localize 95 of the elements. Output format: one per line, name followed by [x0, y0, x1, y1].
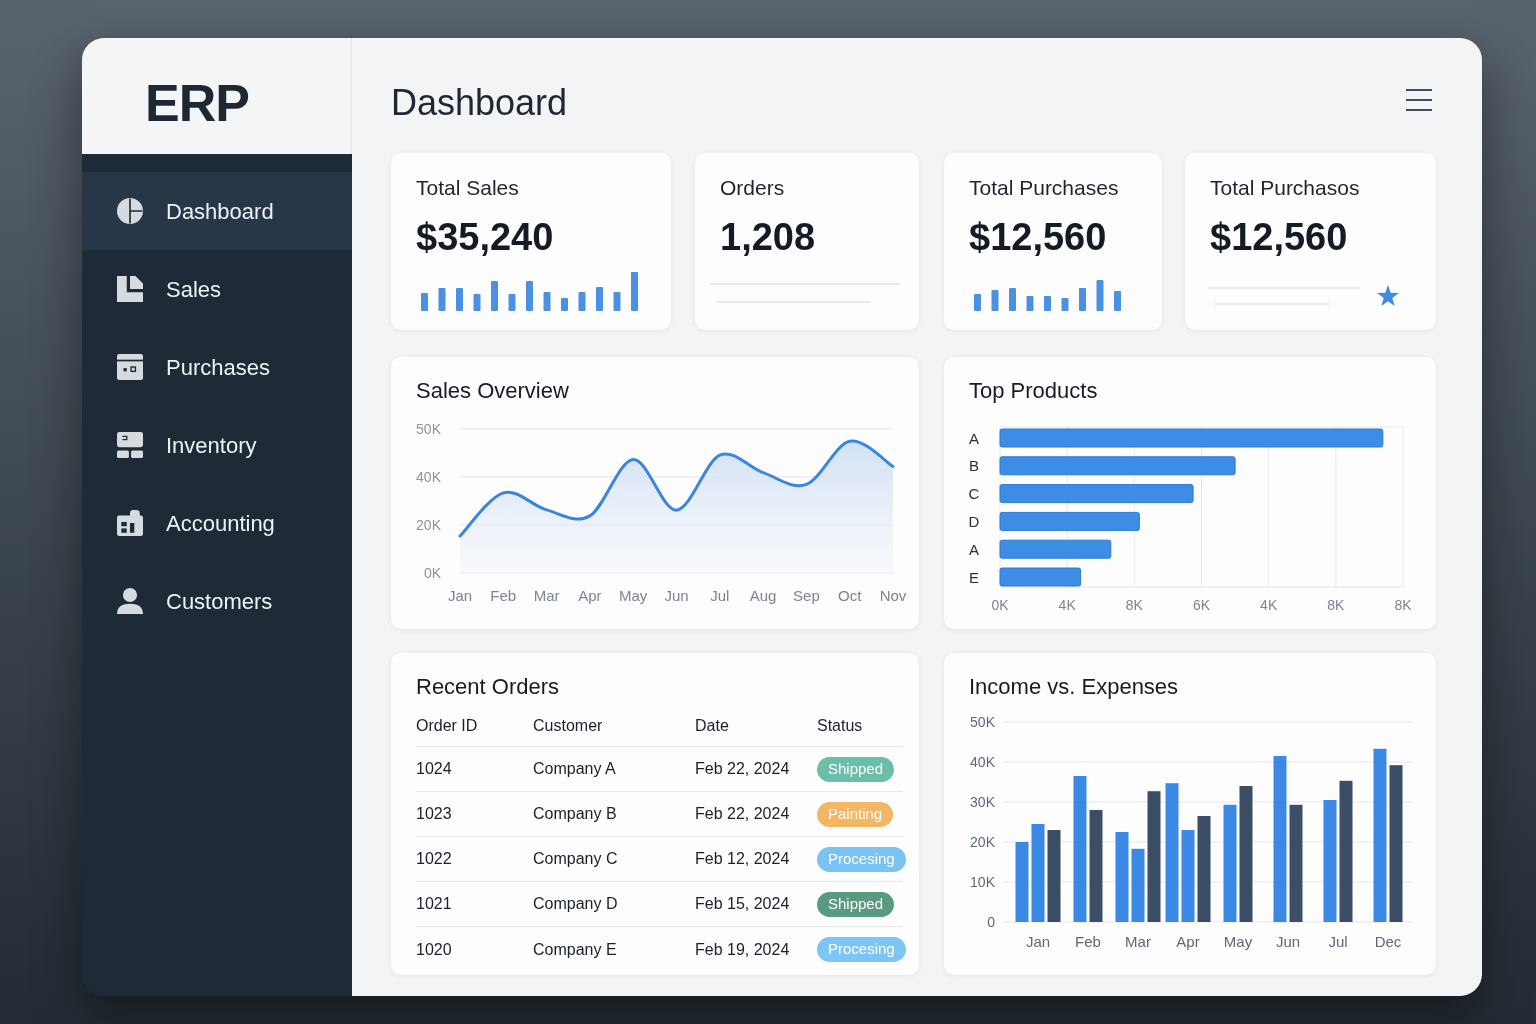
- status-badge: Shipped: [817, 891, 895, 917]
- axis-label: 40K: [416, 469, 441, 485]
- page-title: Dashboard: [391, 80, 568, 125]
- column-header: Status: [817, 715, 863, 736]
- table-cell-text: Feb 19, 2024: [695, 939, 790, 960]
- star-icon: [1377, 285, 1399, 306]
- axis-label: 50K: [416, 421, 441, 437]
- status-badge: Procesing: [817, 937, 906, 962]
- stat-value: 1,208: [720, 215, 816, 259]
- axis-label: 20K: [416, 517, 441, 533]
- document-icon: [117, 276, 143, 302]
- axis-label: 10K: [970, 874, 995, 890]
- column-header: Order ID: [416, 715, 478, 736]
- building-icon: [117, 510, 143, 536]
- axis-label: Sep: [793, 587, 820, 604]
- table-cell-text: 1020: [416, 939, 452, 960]
- stat-value: $35,240: [416, 215, 554, 259]
- stat-value: $12,560: [969, 215, 1107, 259]
- axis-label: Feb: [490, 587, 517, 604]
- axis-label: 4K: [1260, 597, 1278, 613]
- axis-label: 20K: [970, 834, 995, 850]
- axis-label: D: [968, 512, 980, 530]
- card-title: Total Purchasos: [1210, 175, 1360, 201]
- axis-label: Nov: [879, 587, 907, 604]
- axis-label: 0: [987, 914, 995, 930]
- axis-label: 30K: [970, 794, 995, 810]
- nav-item[interactable]: Inventory: [82, 406, 352, 484]
- axis-label: B: [969, 457, 979, 475]
- card-title: Income vs. Expenses: [969, 674, 1179, 700]
- axis-label: Aug: [749, 587, 777, 604]
- axis-label: Jun: [1275, 933, 1301, 950]
- axis-label: Jul: [710, 587, 730, 604]
- table-cell-text: Company A: [533, 759, 616, 779]
- axis-label: 6K: [1192, 597, 1211, 613]
- menu-icon: [1406, 88, 1432, 111]
- table-cell-text: 1022: [416, 849, 452, 869]
- axis-label: Apr: [1176, 933, 1200, 950]
- status-badge: Painting: [817, 801, 894, 827]
- axis-label: Jul: [1328, 933, 1348, 950]
- table-cell-text: 1024: [416, 759, 452, 779]
- table-cell-text: Company B: [533, 804, 617, 824]
- blocks-icon: [117, 432, 143, 458]
- logo-text: ERP: [145, 73, 249, 133]
- axis-label: 0K: [423, 565, 441, 581]
- nav-item[interactable]: Purchases: [82, 328, 352, 406]
- nav-item[interactable]: Customers: [82, 562, 352, 640]
- stat-value: $12,560: [1210, 215, 1348, 259]
- axis-label: Apr: [578, 587, 602, 604]
- window-icon: [117, 354, 143, 380]
- axis-label: Feb: [1075, 933, 1101, 950]
- table-cell-text: Feb 12, 2024: [695, 849, 790, 869]
- menu-button[interactable]: [1406, 88, 1432, 111]
- axis-label: 40K: [970, 754, 995, 770]
- nav-item[interactable]: Sales: [82, 250, 352, 328]
- table-cell-text: Feb 22, 2024: [695, 804, 790, 824]
- axis-label: 8K: [1327, 597, 1345, 613]
- card-title: Orders: [720, 175, 785, 201]
- axis-label: May: [1223, 933, 1253, 950]
- table-cell-text: 1021: [416, 894, 452, 914]
- column-header: Date: [695, 715, 729, 736]
- axis-label: 0K: [991, 597, 1009, 613]
- axis-label: Jun: [664, 587, 689, 604]
- card-title: Total Sales: [416, 175, 519, 201]
- status-badge: Procesing: [817, 846, 906, 872]
- axis-label: 50K: [970, 714, 995, 730]
- nav-item[interactable]: Dashboard: [82, 172, 352, 250]
- axis-label: Mar: [533, 587, 560, 604]
- table-cell-text: Company C: [533, 849, 618, 869]
- card-title: Top Products: [969, 378, 1098, 404]
- axis-label: Jan: [1025, 933, 1051, 950]
- user-icon: [117, 588, 143, 614]
- axis-label: Mar: [1125, 933, 1151, 950]
- card-title: Sales Overview: [416, 378, 569, 404]
- pie-chart-icon: [117, 198, 143, 224]
- status-badge: Shipped: [817, 756, 895, 782]
- axis-label: C: [968, 485, 980, 503]
- axis-label: E: [969, 568, 979, 586]
- column-header: Customer: [533, 715, 603, 736]
- axis-label: 8K: [1394, 597, 1412, 613]
- table-cell-text: Company E: [533, 939, 617, 960]
- axis-label: Oct: [838, 587, 862, 604]
- axis-label: A: [969, 429, 979, 447]
- nav-item[interactable]: Accounting: [82, 484, 352, 562]
- table-cell-text: 1023: [416, 804, 452, 824]
- axis-label: 8K: [1125, 597, 1143, 613]
- table-cell-text: Feb 22, 2024: [695, 759, 790, 779]
- axis-label: Dec: [1374, 933, 1402, 950]
- card-title: Total Purchases: [969, 175, 1119, 201]
- table-cell-text: Feb 15, 2024: [695, 894, 790, 914]
- axis-label: 4K: [1058, 597, 1076, 613]
- table-cell-text: Company D: [533, 894, 618, 914]
- axis-label: May: [619, 587, 648, 604]
- card-title: Recent Orders: [416, 674, 560, 700]
- axis-label: Jan: [447, 587, 473, 604]
- axis-label: A: [969, 540, 979, 558]
